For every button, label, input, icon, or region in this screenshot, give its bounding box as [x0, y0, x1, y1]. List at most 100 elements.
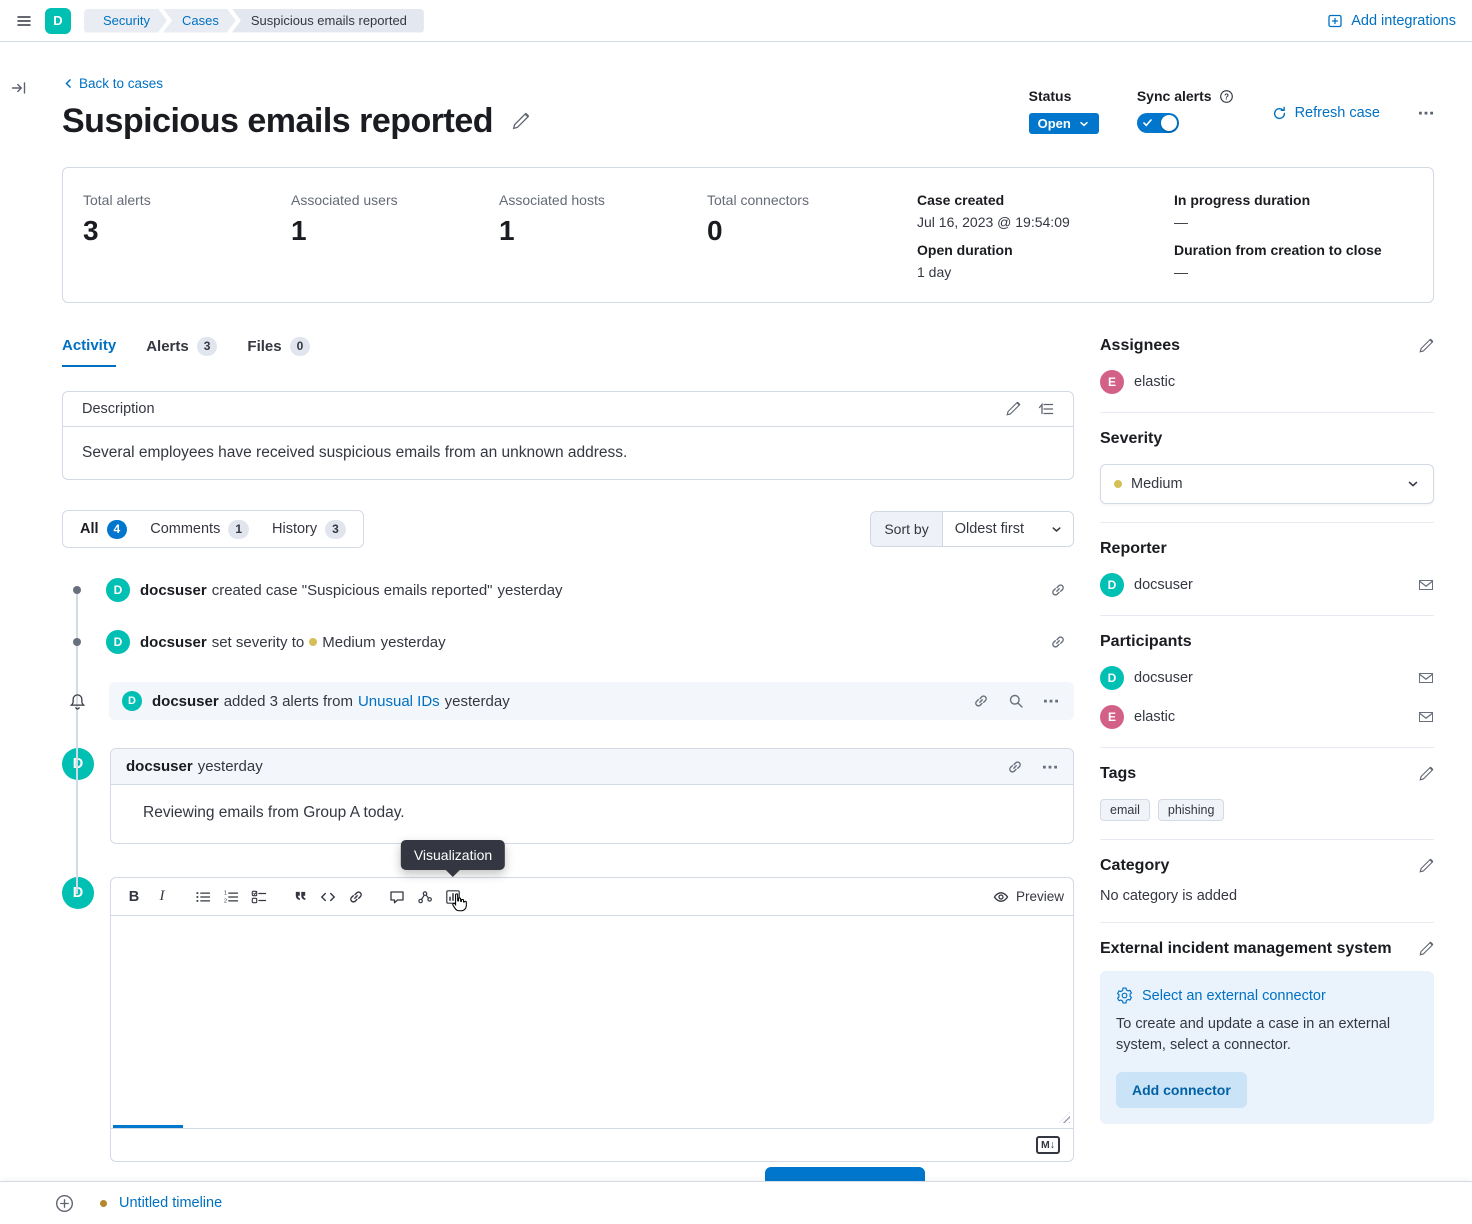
connector-callout-panel: Select an external connector To create a…	[1100, 971, 1434, 1124]
timestamp: yesterday	[498, 582, 563, 599]
check-icon	[1143, 119, 1152, 127]
severity-select[interactable]: Medium	[1100, 464, 1434, 504]
tags-section: Tags email phishing	[1100, 765, 1434, 840]
participants-title: Participants	[1100, 633, 1192, 651]
svg-text:1: 1	[224, 890, 227, 896]
back-to-cases-link[interactable]: Back to cases	[62, 76, 163, 91]
copy-link-icon[interactable]	[973, 693, 989, 709]
edit-category-pencil-icon[interactable]	[1418, 858, 1434, 874]
breadcrumb-cases[interactable]: Cases	[163, 9, 236, 33]
copy-link-icon[interactable]	[1007, 759, 1023, 775]
sync-alerts-toggle[interactable]	[1137, 113, 1179, 133]
add-timeline-icon[interactable]	[55, 1194, 74, 1213]
visualization-icon[interactable]: Visualization	[440, 884, 466, 910]
italic-icon[interactable]: I	[149, 884, 175, 910]
in-progress-duration: In progress duration —	[1174, 192, 1382, 230]
code-icon[interactable]	[315, 884, 341, 910]
quote-block-icon[interactable]	[287, 884, 313, 910]
task-list-icon[interactable]	[246, 884, 272, 910]
files-count-badge: 0	[290, 337, 311, 356]
expand-sidebar-icon[interactable]	[11, 80, 27, 96]
eye-icon	[993, 889, 1009, 905]
avatar: D	[106, 578, 130, 602]
tab-files[interactable]: Files0	[247, 337, 310, 367]
svg-text:?: ?	[1224, 92, 1229, 101]
more-actions-icon[interactable]	[1042, 759, 1058, 775]
action-text: created case "Suspicious emails reported…	[212, 582, 493, 599]
sync-alerts-label: Sync alerts ?	[1137, 88, 1234, 104]
email-icon[interactable]	[1418, 709, 1434, 725]
copy-link-icon[interactable]	[1050, 634, 1066, 650]
chevron-down-icon	[1406, 477, 1420, 491]
sort-order-select[interactable]: Oldest first	[943, 512, 1073, 546]
tag-badge: email	[1100, 799, 1150, 821]
investigate-in-timeline-icon[interactable]	[1008, 693, 1024, 709]
comment-item: D docsuser yesterday Reviewing emails fr…	[62, 748, 1074, 844]
visualization-tooltip: Visualization	[401, 840, 505, 870]
editor-footer: M↓	[111, 1128, 1073, 1161]
assignees-section: Assignees E elastic	[1100, 337, 1434, 413]
avatar: D	[1100, 666, 1124, 690]
case-actions-more-icon[interactable]	[1418, 105, 1434, 121]
edit-title-pencil-icon[interactable]	[511, 112, 530, 131]
edit-tags-pencil-icon[interactable]	[1418, 766, 1434, 782]
tab-activity[interactable]: Activity	[62, 337, 116, 367]
edit-description-pencil-icon[interactable]	[1005, 401, 1021, 417]
timeline-comment-icon[interactable]	[384, 884, 410, 910]
link-icon[interactable]	[343, 884, 369, 910]
severity-section: Severity Medium	[1100, 430, 1434, 523]
untitled-timeline-link[interactable]: Untitled timeline	[119, 1195, 222, 1211]
metric-associated-users: Associated users 1	[291, 192, 499, 280]
menu-icon[interactable]	[16, 13, 32, 29]
markdown-help-icon[interactable]: M↓	[1036, 1136, 1060, 1154]
username: docsuser	[152, 693, 219, 710]
severity-value: Medium	[1131, 476, 1183, 492]
breadcrumb-security[interactable]: Security	[84, 9, 167, 33]
email-icon[interactable]	[1418, 670, 1434, 686]
add-connector-button[interactable]: Add connector	[1116, 1072, 1247, 1108]
description-title: Description	[82, 401, 155, 417]
help-icon[interactable]: ?	[1219, 89, 1234, 104]
add-comment-button[interactable]	[765, 1167, 925, 1181]
quote-icon[interactable]	[1038, 401, 1054, 417]
category-section: Category No category is added	[1100, 857, 1434, 923]
severity-title: Severity	[1100, 430, 1162, 448]
avatar: D	[122, 691, 142, 711]
edit-connector-pencil-icon[interactable]	[1418, 941, 1434, 957]
case-page: Back to cases Suspicious emails reported…	[0, 42, 1472, 1162]
refresh-case-link[interactable]: Refresh case	[1272, 105, 1380, 121]
more-actions-icon[interactable]	[1043, 693, 1059, 709]
bold-icon[interactable]: B	[121, 884, 147, 910]
external-system-title: External incident management system	[1100, 940, 1392, 958]
unusual-ids-link[interactable]: Unusual IDs	[358, 693, 440, 710]
add-integrations-icon	[1327, 13, 1343, 29]
filter-history[interactable]: History 3	[272, 520, 346, 539]
chevron-down-icon	[1050, 523, 1063, 536]
severity-dot	[1114, 480, 1122, 488]
timestamp: yesterday	[381, 634, 446, 651]
participant-row: D docsuser	[1100, 666, 1434, 690]
ordered-list-icon[interactable]: 12	[218, 884, 244, 910]
timeline-bottom-bar: Untitled timeline	[0, 1181, 1472, 1224]
history-count-badge: 3	[325, 520, 346, 539]
edit-assignees-pencil-icon[interactable]	[1418, 338, 1434, 354]
space-avatar[interactable]: D	[45, 8, 71, 34]
status-dropdown-button[interactable]: Open	[1029, 113, 1099, 134]
comment-editor-input[interactable]	[111, 916, 1073, 1128]
unordered-list-icon[interactable]	[190, 884, 216, 910]
add-integrations-button[interactable]: Add integrations	[1327, 13, 1456, 29]
case-tabs: Activity Alerts3 Files0	[62, 337, 1074, 367]
metric-associated-hosts: Associated hosts 1	[499, 192, 707, 280]
description-panel: Description Several employees have recei…	[62, 391, 1074, 480]
activity-feed: D docsuser created case "Suspicious emai…	[62, 578, 1074, 1162]
breadcrumb-current: Suspicious emails reported	[232, 9, 424, 33]
select-connector-link[interactable]: Select an external connector	[1116, 987, 1418, 1004]
preview-button[interactable]: Preview	[993, 889, 1064, 905]
email-icon[interactable]	[1418, 577, 1434, 593]
graph-icon[interactable]	[412, 884, 438, 910]
tab-alerts[interactable]: Alerts3	[146, 337, 217, 367]
filter-all[interactable]: All 4	[80, 520, 127, 539]
copy-link-icon[interactable]	[1050, 582, 1066, 598]
filter-comments[interactable]: Comments 1	[150, 520, 249, 539]
tags-list: email phishing	[1100, 799, 1434, 821]
